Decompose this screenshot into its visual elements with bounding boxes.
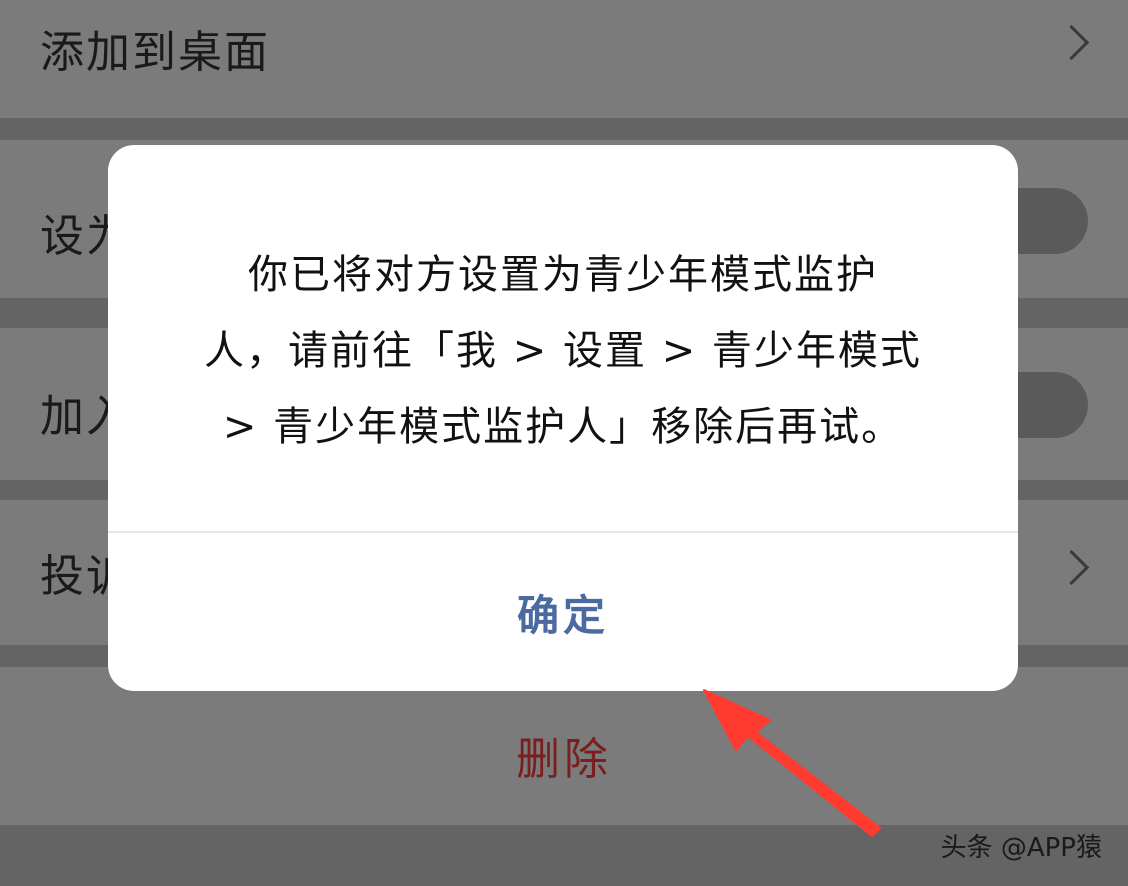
list-item-label: 添加到桌面 (40, 27, 270, 78)
dialog-message-line: 你已将对方设置为青少年模式监护 (248, 252, 878, 298)
list-item-add-to-desktop[interactable]: 添加到桌面 (0, 0, 1128, 118)
screen: 添加到桌面 设为 加入 投诉 删除 你已将对方设置为青少年模式监护 人，请前往「… (0, 0, 1128, 886)
chevron-right-icon (1053, 549, 1090, 586)
dialog-message-line: > 青少年模式监护人」移除后再试。 (222, 404, 904, 450)
confirm-button[interactable]: 确定 (108, 533, 1018, 691)
dialog-message: 你已将对方设置为青少年模式监护 人，请前往「我 > 设置 > 青少年模式 > 青… (168, 237, 958, 465)
alert-dialog: 你已将对方设置为青少年模式监护 人，请前往「我 > 设置 > 青少年模式 > 青… (108, 145, 1018, 691)
watermark: 头条 @APP猿 (940, 833, 1102, 863)
section-divider (0, 118, 1128, 140)
chevron-right-icon (1053, 24, 1090, 61)
delete-button-label: 删除 (516, 734, 612, 785)
dialog-message-line: 人，请前往「我 > 设置 > 青少年模式 (204, 328, 922, 374)
